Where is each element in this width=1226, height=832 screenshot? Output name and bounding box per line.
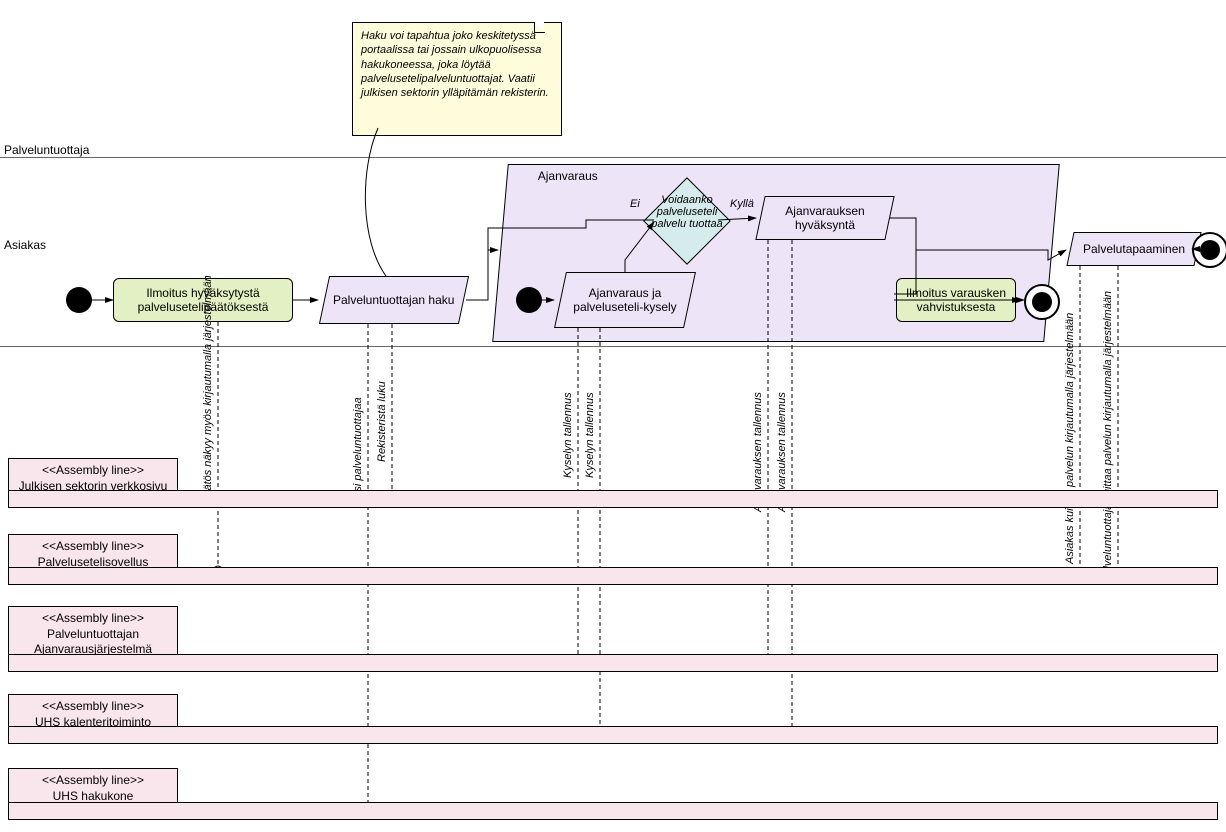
lane-divider-bottom (0, 346, 1226, 347)
vlabel-2: Etsi palveluntuottajaa (352, 397, 364, 502)
activity-booking-approval: Ajanvarauksen hyväksyntä (755, 196, 894, 240)
assembly-bar-2 (8, 567, 1218, 585)
activity-booking-query: Ajanvaraus ja palveluseteli-kysely (554, 272, 696, 328)
activity-provider-search: Palveluntuottajan haku (319, 276, 469, 324)
vlabel-1: Päätös näkyy myös kirjautumalla järjeste… (202, 275, 214, 504)
note-search: Haku voi tapahtua joko keskitetyssä port… (352, 22, 562, 136)
final-node-main (1192, 232, 1226, 268)
decision-label: Voidaanko palveluseteli palvelu tuottaa (642, 194, 732, 230)
vlabel-4: Kyselyn tallennus (562, 392, 574, 478)
lane-label-customer: Asiakas (4, 238, 46, 252)
lane-divider-top (0, 157, 1226, 158)
vlabel-3: Rekisteristä luku (376, 381, 388, 462)
lane-label-provider: Palveluntuottaja (4, 143, 89, 157)
assembly-bar-5 (8, 802, 1218, 820)
final-node-container (1024, 284, 1060, 320)
activity-meeting: Palvelutapaaminen (1066, 232, 1201, 266)
vlabel-8: Asiakas kuittaa palvelun kirjautumalla j… (1064, 313, 1076, 564)
activity-confirmation: Ilmoitus varausken vahvistuksesta (896, 278, 1016, 322)
edge-yes: Kyllä (730, 198, 754, 210)
assembly-bar-1 (8, 490, 1218, 508)
initial-node-main (66, 287, 92, 313)
connectors-svg (0, 0, 1226, 832)
container-label: Ajanvaraus (538, 169, 598, 183)
assembly-bar-3 (8, 654, 1218, 672)
vlabel-5: Kyselyn tallennus (584, 392, 596, 478)
vlabel-9: Palveluntuottaja kuittaa palvelun kirjau… (1102, 291, 1114, 582)
initial-node-container (516, 287, 542, 313)
assembly-bar-4 (8, 726, 1218, 744)
edge-no: Ei (630, 198, 640, 210)
